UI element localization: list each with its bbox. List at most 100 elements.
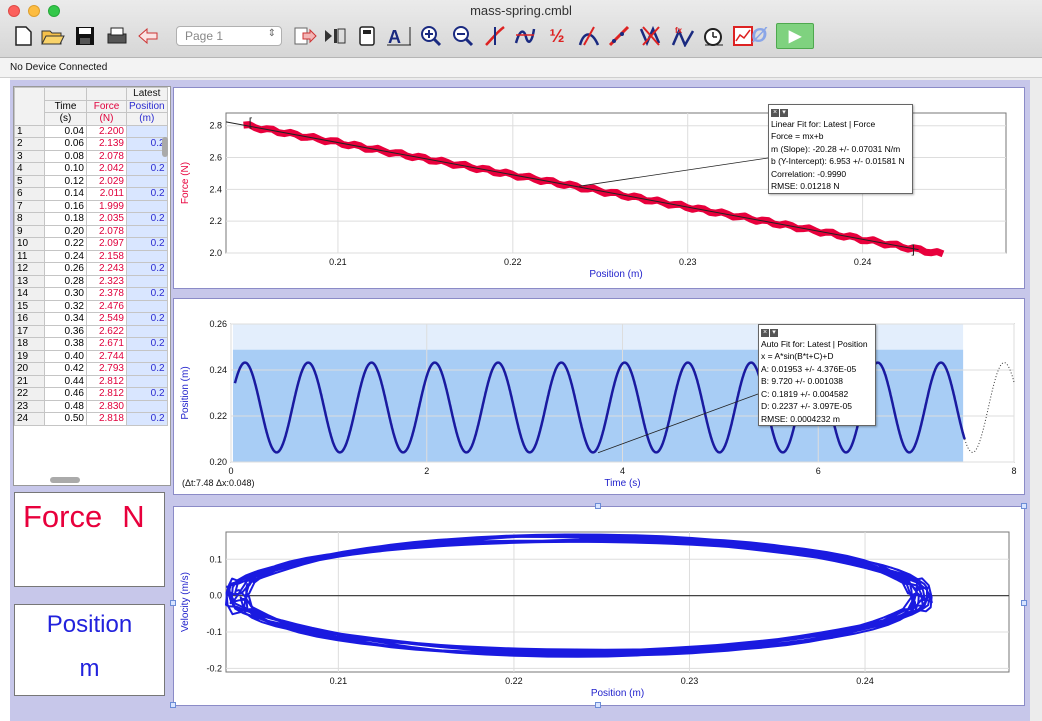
table-row[interactable]: 19 0.40 2.744 bbox=[14, 349, 168, 363]
force-cell[interactable]: 2.671 bbox=[86, 337, 127, 351]
time-cell[interactable]: 0.16 bbox=[44, 199, 87, 213]
time-cell[interactable]: 0.46 bbox=[44, 387, 87, 401]
position-cell[interactable]: 0.2 bbox=[126, 312, 168, 326]
time-cell[interactable]: 0.04 bbox=[44, 124, 87, 138]
row-number[interactable]: 24 bbox=[14, 412, 45, 426]
row-number[interactable]: 20 bbox=[14, 362, 45, 376]
time-cell[interactable]: 0.30 bbox=[44, 287, 87, 301]
time-cell[interactable]: 0.24 bbox=[44, 249, 87, 263]
time-cell[interactable]: 0.38 bbox=[44, 337, 87, 351]
zero-sensor-button[interactable]: Ø bbox=[746, 23, 772, 49]
time-cell[interactable]: 0.50 bbox=[44, 412, 87, 426]
zoom-out-button[interactable] bbox=[450, 23, 476, 49]
position-cell[interactable]: 0.2 bbox=[126, 137, 168, 151]
table-row[interactable]: 16 0.34 2.549 0.2 bbox=[14, 312, 168, 326]
row-number[interactable]: 5 bbox=[14, 174, 45, 188]
time-cell[interactable]: 0.34 bbox=[44, 312, 87, 326]
force-cell[interactable]: 2.378 bbox=[86, 287, 127, 301]
position-cell[interactable] bbox=[126, 124, 168, 138]
autoscale-button[interactable]: A bbox=[386, 23, 412, 49]
time-cell[interactable]: 0.42 bbox=[44, 362, 87, 376]
close-icon[interactable]: × bbox=[761, 329, 769, 337]
next-page-button[interactable] bbox=[292, 23, 318, 49]
force-cell[interactable]: 2.243 bbox=[86, 262, 127, 276]
position-cell[interactable]: 0.2 bbox=[126, 412, 168, 426]
time-cell[interactable]: 0.36 bbox=[44, 324, 87, 338]
position-cell[interactable]: 0.2 bbox=[126, 337, 168, 351]
options-icon[interactable]: ▾ bbox=[780, 109, 788, 117]
force-cell[interactable]: 2.793 bbox=[86, 362, 127, 376]
sine-fit-box[interactable]: × ▾ Auto Fit for: Latest | Position x = A… bbox=[758, 324, 876, 426]
table-row[interactable]: 5 0.12 2.029 bbox=[14, 174, 168, 188]
position-cell[interactable] bbox=[126, 274, 168, 288]
table-row[interactable]: 6 0.14 2.011 0.2 bbox=[14, 187, 168, 201]
timer-button[interactable] bbox=[700, 23, 726, 49]
resize-handle-bottom-left[interactable] bbox=[170, 702, 176, 708]
position-cell[interactable] bbox=[126, 199, 168, 213]
table-row[interactable]: 8 0.18 2.035 0.2 bbox=[14, 212, 168, 226]
table-row[interactable]: 3 0.08 2.078 bbox=[14, 149, 168, 163]
position-cell[interactable] bbox=[126, 374, 168, 388]
force-cell[interactable]: 2.078 bbox=[86, 149, 127, 163]
time-cell[interactable]: 0.18 bbox=[44, 212, 87, 226]
row-number[interactable]: 4 bbox=[14, 162, 45, 176]
resize-handle-top-right[interactable] bbox=[1021, 503, 1027, 509]
position-cell[interactable] bbox=[126, 249, 168, 263]
position-cell[interactable] bbox=[126, 224, 168, 238]
model-button[interactable]: fx bbox=[670, 23, 696, 49]
force-cell[interactable]: 2.200 bbox=[86, 124, 127, 138]
force-cell[interactable]: 2.323 bbox=[86, 274, 127, 288]
page-select[interactable]: Page 1 ⇕ bbox=[176, 26, 282, 46]
examine-button[interactable] bbox=[482, 23, 508, 49]
time-cell[interactable]: 0.28 bbox=[44, 274, 87, 288]
force-cell[interactable]: 2.622 bbox=[86, 324, 127, 338]
force-cell[interactable]: 1.999 bbox=[86, 199, 127, 213]
force-position-graph[interactable]: 0.21 0.22 0.23 0.24 2.0 2.2 2.4 2.6 2.8 Position … bbox=[173, 87, 1025, 289]
table-row[interactable]: 11 0.24 2.158 bbox=[14, 249, 168, 263]
resize-handle-bottom[interactable] bbox=[595, 702, 601, 708]
row-number[interactable]: 15 bbox=[14, 299, 45, 313]
row-number[interactable]: 21 bbox=[14, 374, 45, 388]
table-row[interactable]: 7 0.16 1.999 bbox=[14, 199, 168, 213]
velocity-position-graph[interactable]: 0.21 0.22 0.23 0.24 -0.2 -0.1 0.0 0.1 Position (… bbox=[173, 506, 1025, 706]
data-table[interactable]: Latest Time Force Position (s) (N) (m) 1… bbox=[13, 86, 171, 486]
position-time-graph[interactable]: 0 2 4 6 8 0.20 0.22 0.24 0.26 Time (s) Position (m… bbox=[173, 298, 1025, 495]
curve-fit-button[interactable] bbox=[638, 23, 664, 49]
table-row[interactable]: 9 0.20 2.078 bbox=[14, 224, 168, 238]
force-cell[interactable]: 2.035 bbox=[86, 212, 127, 226]
save-button[interactable] bbox=[72, 23, 98, 49]
position-cell[interactable] bbox=[126, 399, 168, 413]
row-number[interactable]: 14 bbox=[14, 287, 45, 301]
resize-handle-top[interactable] bbox=[595, 503, 601, 509]
table-row[interactable]: 22 0.46 2.812 0.2 bbox=[14, 387, 168, 401]
new-file-button[interactable] bbox=[10, 23, 36, 49]
time-cell[interactable]: 0.40 bbox=[44, 349, 87, 363]
time-cell[interactable]: 0.14 bbox=[44, 187, 87, 201]
row-number[interactable]: 9 bbox=[14, 224, 45, 238]
data-browser-button[interactable] bbox=[322, 23, 348, 49]
row-number[interactable]: 16 bbox=[14, 312, 45, 326]
table-row[interactable]: 2 0.06 2.139 0.2 bbox=[14, 137, 168, 151]
table-horizontal-scrollbar[interactable] bbox=[50, 477, 80, 483]
force-cell[interactable]: 2.830 bbox=[86, 399, 127, 413]
position-cell[interactable]: 0.2 bbox=[126, 387, 168, 401]
resize-handle-right[interactable] bbox=[1021, 600, 1027, 606]
table-row[interactable]: 13 0.28 2.323 bbox=[14, 274, 168, 288]
time-cell[interactable]: 0.22 bbox=[44, 237, 87, 251]
resize-handle-left[interactable] bbox=[170, 600, 176, 606]
force-cell[interactable]: 2.812 bbox=[86, 387, 127, 401]
integral-button[interactable]: ½ bbox=[544, 23, 570, 49]
col-header-time[interactable]: Time bbox=[44, 99, 87, 113]
table-row[interactable]: 1 0.04 2.200 bbox=[14, 124, 168, 138]
row-number[interactable]: 13 bbox=[14, 274, 45, 288]
force-cell[interactable]: 2.476 bbox=[86, 299, 127, 313]
time-cell[interactable]: 0.20 bbox=[44, 224, 87, 238]
table-row[interactable]: 4 0.10 2.042 0.2 bbox=[14, 162, 168, 176]
position-cell[interactable]: 0.2 bbox=[126, 162, 168, 176]
table-row[interactable]: 20 0.42 2.793 0.2 bbox=[14, 362, 168, 376]
position-cell[interactable]: 0.2 bbox=[126, 187, 168, 201]
force-cell[interactable]: 2.549 bbox=[86, 312, 127, 326]
position-cell[interactable] bbox=[126, 299, 168, 313]
row-number[interactable]: 22 bbox=[14, 387, 45, 401]
position-cell[interactable] bbox=[126, 349, 168, 363]
